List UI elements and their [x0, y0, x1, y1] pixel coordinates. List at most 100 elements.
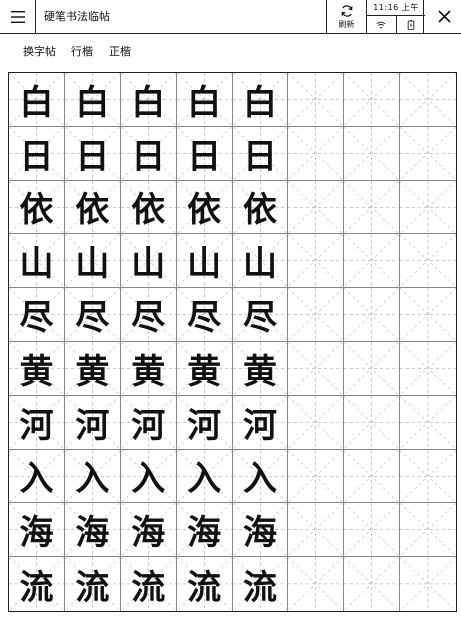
practice-cell-empty[interactable]: [288, 341, 345, 396]
practice-cell-filled[interactable]: 山: [120, 234, 177, 289]
character-glyph: 山: [131, 244, 166, 285]
practice-cell-filled[interactable]: 海: [176, 503, 233, 558]
practice-cell-empty[interactable]: [400, 450, 456, 504]
practice-cell-empty[interactable]: [400, 557, 456, 611]
practice-cell-empty[interactable]: [400, 288, 456, 342]
refresh-button[interactable]: 刷新: [326, 0, 366, 33]
practice-cell-filled[interactable]: 依: [9, 180, 65, 235]
character-glyph: 海: [242, 513, 277, 554]
practice-cell-filled[interactable]: 日: [232, 126, 289, 181]
practice-cell-filled[interactable]: 白: [64, 73, 121, 127]
practice-cell-filled[interactable]: 海: [64, 503, 121, 558]
practice-cell-filled[interactable]: 入: [232, 449, 289, 504]
regular-script-tab[interactable]: 正楷: [109, 34, 131, 70]
practice-cell-filled[interactable]: 依: [232, 180, 289, 235]
practice-cell-filled[interactable]: 黄: [232, 341, 289, 396]
practice-cell-filled[interactable]: 流: [65, 557, 121, 611]
refresh-icon: [340, 4, 353, 17]
character-glyph: 依: [131, 190, 166, 231]
practice-cell-filled[interactable]: 依: [176, 180, 233, 235]
practice-cell-filled[interactable]: 河: [64, 395, 121, 450]
practice-cell-empty[interactable]: [344, 395, 401, 450]
change-copybook-button[interactable]: 换字帖: [23, 34, 56, 70]
practice-cell-filled[interactable]: 依: [64, 180, 121, 235]
practice-cell-empty[interactable]: [344, 503, 401, 558]
practice-cell-filled[interactable]: 白: [232, 73, 289, 127]
character-glyph: 河: [242, 405, 277, 446]
practice-cell-filled[interactable]: 流: [233, 557, 289, 611]
running-script-tab[interactable]: 行楷: [71, 34, 93, 70]
close-button[interactable]: [428, 0, 461, 33]
practice-cell-filled[interactable]: 尽: [232, 288, 289, 342]
character-glyph: 流: [19, 567, 54, 608]
practice-cell-filled[interactable]: 海: [232, 503, 289, 558]
practice-cell-filled[interactable]: 尽: [176, 288, 233, 342]
practice-cell-filled[interactable]: 黄: [176, 341, 233, 396]
practice-cell-filled[interactable]: 山: [64, 234, 121, 289]
practice-cell-filled[interactable]: 白: [9, 73, 65, 127]
practice-cell-filled[interactable]: 河: [120, 395, 177, 450]
practice-cell-empty[interactable]: [344, 341, 401, 396]
practice-cell-filled[interactable]: 入: [176, 449, 233, 504]
practice-cell-filled[interactable]: 日: [64, 126, 121, 181]
practice-cell-filled[interactable]: 黄: [64, 341, 121, 396]
practice-cell-empty[interactable]: [288, 503, 345, 558]
practice-sheet[interactable]: 白白白白白日日日日日依依依依依山山山山山尽尽尽尽尽黄黄黄黄黄河河河河河入入入入入…: [8, 72, 457, 612]
practice-cell-filled[interactable]: 入: [120, 449, 177, 504]
practice-cell-filled[interactable]: 尽: [64, 288, 121, 342]
practice-cell-empty[interactable]: [344, 73, 401, 127]
practice-cell-empty[interactable]: [288, 234, 345, 289]
practice-grid: 白白白白白日日日日日依依依依依山山山山山尽尽尽尽尽黄黄黄黄黄河河河河河入入入入入…: [9, 73, 456, 611]
practice-cell-filled[interactable]: 流: [121, 557, 177, 611]
practice-cell-empty[interactable]: [288, 557, 345, 611]
practice-cell-filled[interactable]: 流: [9, 557, 65, 611]
practice-cell-filled[interactable]: 日: [176, 126, 233, 181]
practice-cell-empty[interactable]: [400, 73, 456, 127]
practice-cell-filled[interactable]: 河: [232, 395, 289, 450]
practice-cell-empty[interactable]: [288, 395, 345, 450]
practice-cell-filled[interactable]: 海: [9, 503, 65, 558]
character-glyph: 尽: [187, 298, 222, 339]
character-glyph: 河: [19, 405, 54, 446]
practice-cell-filled[interactable]: 入: [9, 449, 65, 504]
practice-cell-filled[interactable]: 流: [177, 557, 233, 611]
practice-cell-filled[interactable]: 白: [176, 73, 233, 127]
practice-cell-filled[interactable]: 山: [9, 234, 65, 289]
practice-cell-filled[interactable]: 黄: [9, 341, 65, 396]
practice-cell-filled[interactable]: 日: [9, 126, 65, 181]
toolbar: 换字帖 行楷 正楷: [0, 34, 461, 70]
practice-cell-filled[interactable]: 河: [176, 395, 233, 450]
practice-cell-empty[interactable]: [288, 288, 345, 342]
practice-cell-filled[interactable]: 山: [176, 234, 233, 289]
practice-cell-filled[interactable]: 河: [9, 395, 65, 450]
practice-cell-empty[interactable]: [400, 181, 456, 235]
character-glyph: 海: [19, 513, 54, 554]
character-glyph: 黄: [131, 351, 166, 392]
practice-cell-filled[interactable]: 依: [120, 180, 177, 235]
practice-cell-empty[interactable]: [288, 126, 345, 181]
practice-cell-empty[interactable]: [344, 557, 401, 611]
practice-cell-empty[interactable]: [400, 234, 456, 289]
practice-cell-filled[interactable]: 黄: [120, 341, 177, 396]
practice-cell-empty[interactable]: [344, 449, 401, 504]
practice-cell-filled[interactable]: 尽: [9, 288, 65, 342]
practice-cell-empty[interactable]: [344, 180, 401, 235]
practice-cell-empty[interactable]: [288, 180, 345, 235]
character-glyph: 尽: [75, 298, 110, 339]
menu-button[interactable]: [0, 0, 36, 33]
practice-cell-empty[interactable]: [288, 73, 345, 127]
practice-cell-filled[interactable]: 入: [64, 449, 121, 504]
practice-cell-empty[interactable]: [344, 234, 401, 289]
practice-cell-empty[interactable]: [400, 396, 456, 450]
practice-cell-empty[interactable]: [400, 503, 456, 558]
practice-cell-empty[interactable]: [288, 449, 345, 504]
practice-cell-filled[interactable]: 白: [120, 73, 177, 127]
practice-cell-filled[interactable]: 日: [120, 126, 177, 181]
practice-cell-empty[interactable]: [344, 126, 401, 181]
practice-cell-empty[interactable]: [344, 288, 401, 342]
practice-cell-filled[interactable]: 山: [232, 234, 289, 289]
practice-cell-empty[interactable]: [400, 127, 456, 181]
practice-cell-empty[interactable]: [400, 342, 456, 396]
practice-cell-filled[interactable]: 海: [120, 503, 177, 558]
practice-cell-filled[interactable]: 尽: [120, 288, 177, 342]
